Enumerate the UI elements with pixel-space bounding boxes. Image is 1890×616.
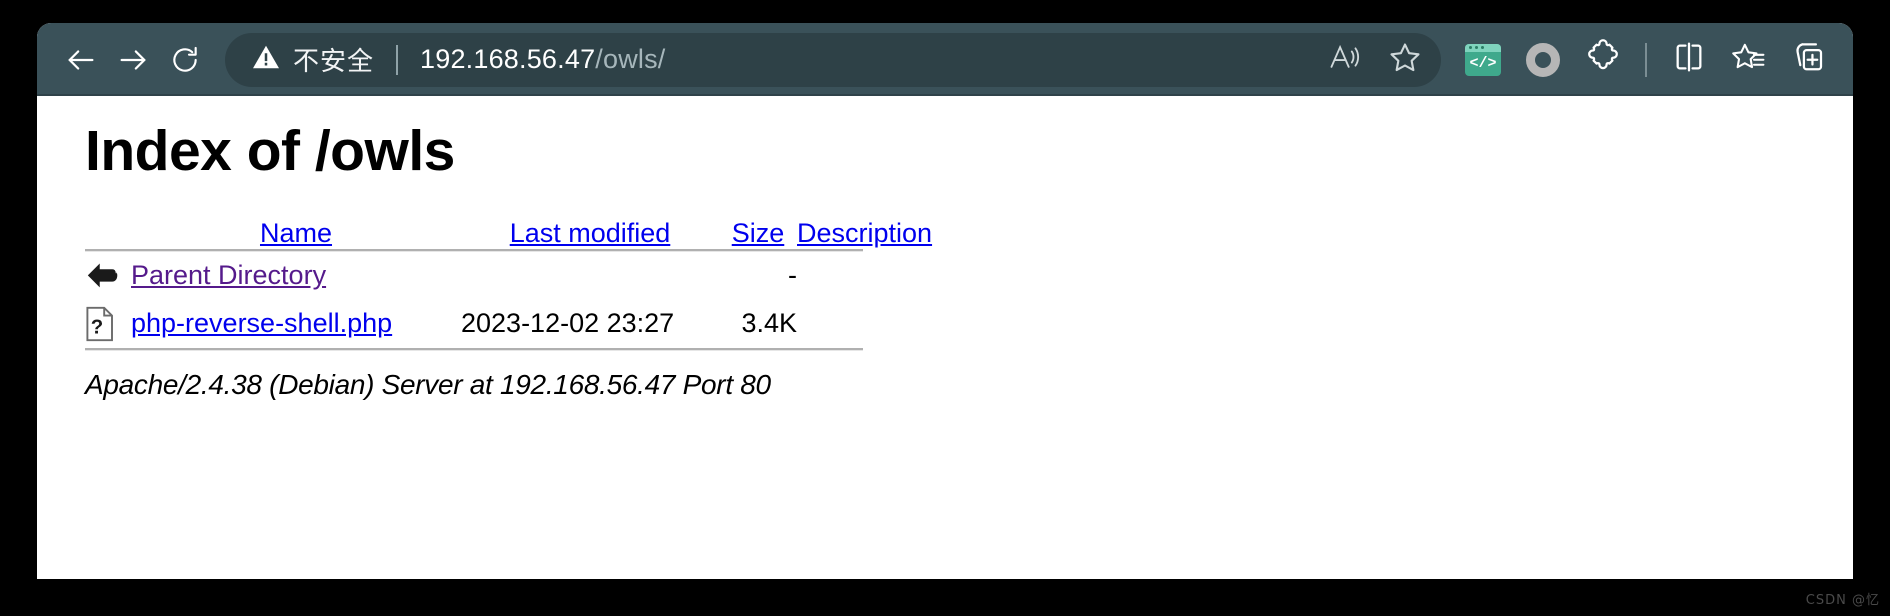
footer-rule-cell — [85, 347, 967, 351]
sort-by-description-link[interactable]: Description — [797, 218, 932, 248]
row-size-cell: - — [788, 260, 797, 291]
back-button[interactable] — [55, 34, 107, 86]
copilot-circle-icon — [1526, 42, 1560, 77]
unknown-file-icon: ? — [85, 306, 131, 342]
row-description-cell — [797, 300, 967, 348]
address-divider — [396, 44, 399, 75]
back-arrow-icon — [85, 261, 131, 291]
favorites-list-icon — [1731, 40, 1767, 79]
table-row[interactable]: ? php-reverse-shell.php 2023-12-02 23:27… — [85, 300, 967, 348]
screen: 不安全 192.168.56.47/owls/ </> Index of /ow… — [0, 0, 1890, 616]
row-date-cell: 2023-12-02 23:27 — [461, 308, 675, 339]
extensions-puzzle-icon — [1585, 39, 1621, 80]
footer-rule-row — [85, 347, 967, 351]
star-icon — [1387, 40, 1423, 79]
row-name-cell[interactable]: php-reverse-shell.php — [131, 300, 461, 348]
row-description-cell — [797, 252, 967, 300]
row-size-cell: 3.4K — [741, 308, 797, 339]
header-size[interactable]: Size — [719, 218, 797, 249]
sort-by-date-link[interactable]: Last modified — [510, 218, 671, 248]
forward-button[interactable] — [107, 34, 159, 86]
footer-separator — [85, 347, 863, 351]
security-indicator[interactable]: 不安全 — [251, 41, 374, 78]
url-text[interactable]: 192.168.56.47/owls/ — [420, 44, 665, 75]
devtools-button[interactable]: </> — [1455, 32, 1511, 88]
split-screen-button[interactable] — [1661, 32, 1717, 88]
collections-add-icon — [1791, 39, 1827, 80]
url-path: /owls/ — [595, 44, 666, 74]
browser-window: 不安全 192.168.56.47/owls/ </> Index of /ow… — [37, 23, 1853, 579]
page-title: Index of /owls — [85, 119, 455, 183]
toolbar-right-actions: </> — [1455, 32, 1837, 88]
read-aloud-button[interactable] — [1319, 37, 1371, 83]
file-link-php-reverse-shell[interactable]: php-reverse-shell.php — [131, 308, 392, 338]
favorites-list-button[interactable] — [1721, 32, 1777, 88]
row-icon-cell: ? — [85, 300, 131, 348]
browser-toolbar: 不安全 192.168.56.47/owls/ </> — [37, 23, 1853, 96]
toolbar-separator — [1645, 42, 1647, 77]
sort-by-name-link[interactable]: Name — [260, 218, 332, 248]
security-label: 不安全 — [293, 47, 375, 77]
table-row[interactable]: Parent Directory - — [85, 252, 967, 300]
split-screen-icon — [1672, 40, 1706, 79]
header-icon-cell — [85, 218, 131, 249]
row-name-cell[interactable]: Parent Directory — [131, 252, 461, 300]
collections-button[interactable] — [1781, 32, 1837, 88]
sort-by-size-link[interactable]: Size — [732, 218, 785, 248]
copilot-button[interactable] — [1515, 32, 1571, 88]
warning-triangle-icon — [251, 42, 281, 77]
back-arrow-icon — [64, 43, 98, 77]
directory-listing: Name Last modified Size Description Pare… — [85, 218, 1853, 351]
address-bar[interactable]: 不安全 192.168.56.47/owls/ — [225, 32, 1441, 87]
devtools-code-glyph: </> — [1469, 55, 1497, 72]
header-last-modified[interactable]: Last modified — [461, 218, 719, 249]
row-icon-cell — [85, 252, 131, 300]
devtools-badge-icon: </> — [1465, 43, 1501, 76]
read-aloud-icon — [1327, 41, 1363, 78]
table-header-row: Name Last modified Size Description — [85, 218, 967, 249]
file-link-parent-directory[interactable]: Parent Directory — [131, 260, 326, 290]
page-content: Index of /owls Name Last modified Size D… — [37, 96, 1853, 579]
header-description[interactable]: Description — [797, 218, 967, 249]
row-date-cell — [461, 252, 719, 300]
header-name[interactable]: Name — [131, 218, 461, 249]
watermark: CSDN @忆 — [1805, 593, 1880, 608]
extensions-button[interactable] — [1575, 32, 1631, 88]
refresh-icon — [169, 44, 201, 76]
forward-arrow-icon — [116, 43, 150, 77]
directory-table: Name Last modified Size Description Pare… — [85, 218, 967, 351]
address-bar-actions — [1319, 37, 1431, 83]
server-signature: Apache/2.4.38 (Debian) Server at 192.168… — [85, 368, 771, 400]
url-host: 192.168.56.47 — [420, 44, 596, 74]
refresh-button[interactable] — [159, 34, 211, 86]
favorite-button[interactable] — [1379, 37, 1431, 83]
svg-text:?: ? — [91, 316, 103, 338]
